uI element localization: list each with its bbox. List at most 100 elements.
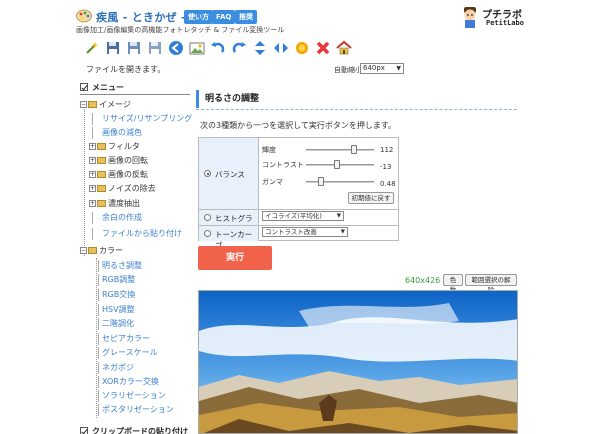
back-icon[interactable] — [168, 40, 184, 56]
tree-branch — [92, 212, 102, 224]
tree-item-paste-file[interactable]: ファイルから貼り付け — [92, 228, 182, 240]
menu-divider — [80, 94, 190, 95]
tree-guide — [96, 258, 97, 418]
brightness-thumb[interactable] — [350, 145, 357, 154]
tree-group-extract[interactable]: + 濃度抽出 — [89, 198, 140, 210]
nav-howto-button[interactable]: 使い方 — [184, 10, 213, 24]
tree-item-negative-label[interactable]: ネガポジ — [102, 363, 134, 372]
run-button[interactable]: 実行 — [198, 246, 272, 270]
status-message: ファイルを開きます。 — [86, 65, 166, 74]
image-icon[interactable] — [189, 40, 205, 56]
tree-item-posterize-label[interactable]: ポスタリゼーション — [102, 405, 174, 414]
clear-selection-button[interactable]: 範囲選択の解除 — [465, 274, 517, 294]
save-as-icon[interactable] — [126, 40, 142, 56]
tree-item-reduce-colors-label[interactable]: 画像の減色 — [102, 128, 142, 137]
folder-icon — [88, 101, 97, 108]
tree-item-binarize-label[interactable]: 二階調化 — [102, 319, 134, 328]
folder-icon — [97, 143, 106, 150]
tree-item-posterize[interactable]: ポスタリゼーション — [98, 404, 174, 416]
tree-item-solarize[interactable]: ソラリゼーション — [98, 390, 166, 402]
save-icon[interactable] — [105, 40, 121, 56]
tree-item-negative[interactable]: ネガポジ — [98, 362, 134, 374]
image-preview[interactable] — [198, 290, 518, 434]
tree-item-rgb-swap-label[interactable]: RGB交換 — [102, 290, 135, 299]
clipboard-paste-header[interactable]: クリップボードの貼り付け — [92, 426, 188, 434]
home-icon[interactable] — [336, 40, 352, 56]
menu-header[interactable]: メニュー — [80, 82, 190, 94]
brand-logo[interactable]: プチラボ PetitLabo — [462, 4, 542, 32]
flip-vertical-icon[interactable] — [252, 40, 268, 56]
gamma-thumb[interactable] — [318, 177, 325, 186]
expand-icon[interactable]: + — [89, 143, 96, 150]
tree-item-hsv-adjust[interactable]: HSV調整 — [98, 304, 135, 316]
tree-item-paste-file-label[interactable]: ファイルから貼り付け — [102, 229, 182, 238]
folder-icon — [97, 171, 106, 178]
expand-icon[interactable]: + — [89, 200, 96, 207]
tree-item-reduce-colors[interactable]: 画像の減色 — [92, 127, 142, 139]
tree-item-hsv-adjust-label[interactable]: HSV調整 — [102, 305, 135, 314]
nav-faq-button[interactable]: FAQ — [212, 10, 236, 24]
tree-item-sepia-label[interactable]: セピアカラー — [102, 334, 150, 343]
tree-item-margin[interactable]: 余白の作成 — [92, 212, 142, 224]
nav-recommend-button[interactable]: 推奨 — [235, 10, 257, 24]
tree-item-sepia[interactable]: セピアカラー — [98, 333, 150, 345]
histogram-option[interactable]: ヒストグラム — [199, 210, 259, 234]
landscape-photo — [199, 291, 517, 433]
tree-group-color[interactable]: − カラー — [80, 245, 123, 257]
tonecurve-select[interactable]: コントラスト改善 ▼ — [262, 227, 348, 237]
gamma-slider[interactable] — [306, 181, 374, 183]
contrast-thumb[interactable] — [333, 160, 340, 169]
menu-checkbox[interactable] — [80, 83, 88, 91]
tree-item-rgb-adjust-label[interactable]: RGB調整 — [102, 275, 135, 284]
tree-item-resize-label[interactable]: リサイズ/リサンプリング — [102, 114, 192, 123]
tree-item-grayscale[interactable]: グレースケール — [98, 347, 158, 359]
brightness-slider[interactable] — [306, 149, 374, 151]
settings-icon[interactable] — [294, 40, 310, 56]
balance-radio[interactable] — [204, 170, 211, 177]
color-count-button[interactable]: 色数 — [443, 274, 463, 294]
tree-item-margin-label[interactable]: 余白の作成 — [102, 213, 142, 222]
menu-title: メニュー — [92, 83, 124, 92]
expand-icon[interactable]: + — [89, 157, 96, 164]
rotate-left-icon[interactable] — [210, 40, 226, 56]
tree-item-rgb-adjust[interactable]: RGB調整 — [98, 274, 135, 286]
clipboard-checkbox[interactable] — [80, 427, 88, 434]
brightness-value: 112 — [380, 146, 394, 154]
tonecurve-option[interactable]: トーンカーブ — [199, 226, 259, 250]
tree-group-image[interactable]: − イメージ — [80, 99, 131, 111]
contrast-slider[interactable] — [306, 164, 374, 166]
mode-options-table: バランス ヒストグラム トーンカーブ — [198, 137, 399, 250]
expand-icon[interactable]: + — [89, 185, 96, 192]
tree-item-brightness-label[interactable]: 明るさ調整 — [102, 261, 142, 270]
tree-item-xor-label[interactable]: XORカラー交換 — [102, 377, 159, 386]
rotate-right-icon[interactable] — [231, 40, 247, 56]
tree-group-reverse[interactable]: + 画像の反転 — [89, 169, 148, 181]
tree-item-solarize-label[interactable]: ソラリゼーション — [102, 391, 166, 400]
tree-group-noise[interactable]: + ノイズの除去 — [89, 183, 156, 195]
zoom-select[interactable]: 640px ▼ — [360, 63, 404, 74]
tonecurve-radio[interactable] — [204, 230, 211, 237]
expand-icon[interactable]: + — [89, 171, 96, 178]
wand-icon[interactable] — [84, 40, 100, 56]
panel-title: 明るさの調整 — [196, 90, 517, 108]
tree-item-brightness[interactable]: 明るさ調整 — [98, 260, 142, 272]
balance-option[interactable]: バランス — [199, 138, 259, 209]
reset-button[interactable]: 初期値に戻す — [348, 192, 394, 204]
save-alt-icon[interactable] — [147, 40, 163, 56]
delete-icon[interactable] — [315, 40, 331, 56]
histogram-radio[interactable] — [204, 214, 211, 221]
tree-group-image-label: イメージ — [99, 100, 131, 109]
tree-item-grayscale-label[interactable]: グレースケール — [102, 348, 158, 357]
collapse-icon[interactable]: − — [80, 247, 87, 254]
histogram-select[interactable]: イコライズ(平均化) ▼ — [262, 211, 344, 221]
tree-item-rgb-swap[interactable]: RGB交換 — [98, 289, 135, 301]
tree-group-filter[interactable]: + フィルタ — [89, 141, 140, 153]
tree-item-binarize[interactable]: 二階調化 — [98, 318, 134, 330]
collapse-icon[interactable]: − — [80, 101, 87, 108]
tree-item-resize[interactable]: リサイズ/リサンプリング — [92, 113, 192, 125]
tree-group-reverse-label: 画像の反転 — [108, 170, 148, 179]
tree-group-rotate[interactable]: + 画像の回転 — [89, 155, 148, 167]
brand-sub: PetitLabo — [486, 19, 524, 27]
tree-item-xor[interactable]: XORカラー交換 — [98, 376, 159, 388]
flip-horizontal-icon[interactable] — [273, 40, 289, 56]
